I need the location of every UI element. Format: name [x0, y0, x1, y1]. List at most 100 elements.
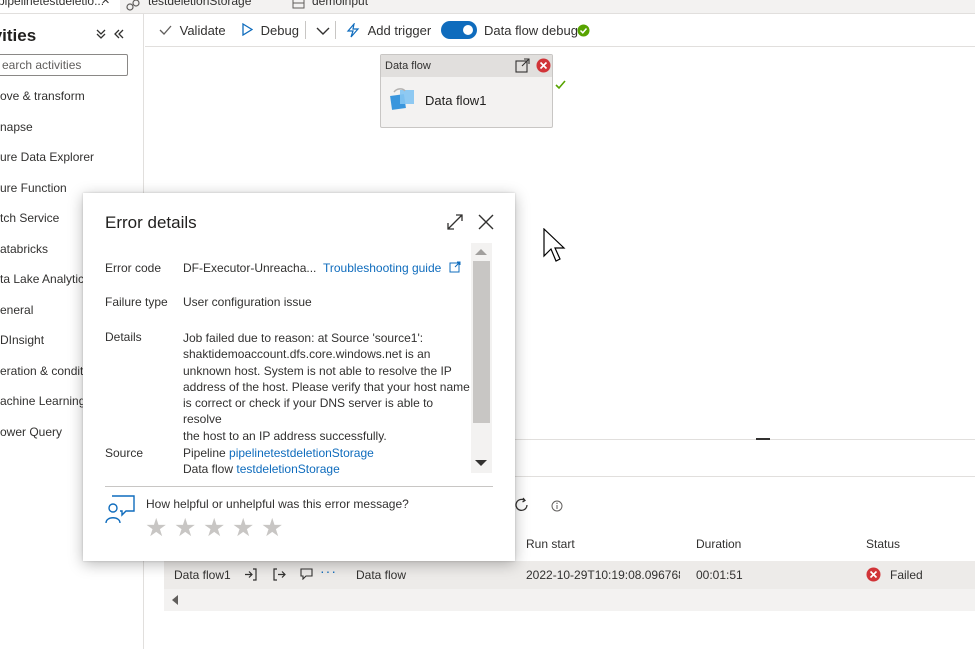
- column-header-run-start[interactable]: Run start: [526, 537, 575, 551]
- expand-icon[interactable]: [447, 214, 463, 230]
- data-flow-debug-toggle[interactable]: [441, 21, 477, 39]
- scrollbar-thumb[interactable]: [473, 261, 490, 423]
- star-1-icon[interactable]: ★: [145, 516, 167, 541]
- pipeline-toolbar: Validate Debug Add trigger Data flow deb…: [145, 14, 975, 47]
- activity-card-header: Data flow: [381, 55, 552, 77]
- row-activity-type: Data flow: [356, 568, 407, 582]
- tab-demoinput[interactable]: demoinput: [290, 0, 410, 13]
- error-details-dialog: Error details Error code DF-Executor-Unr…: [83, 193, 515, 561]
- add-trigger-label: Add trigger: [367, 23, 432, 38]
- input-icon[interactable]: [244, 568, 257, 581]
- source-dataflow: Data flow testdeletionStorage: [183, 462, 340, 476]
- refresh-icon[interactable]: [514, 497, 530, 513]
- details-label: Details: [105, 330, 142, 344]
- lightning-icon: [346, 21, 360, 38]
- category-general[interactable]: eneral: [0, 303, 33, 317]
- activities-title: ivities: [0, 26, 37, 45]
- source-label: Source: [105, 446, 144, 460]
- category-power-query[interactable]: ower Query: [0, 425, 62, 439]
- checkmark-icon: [159, 25, 172, 35]
- output-tabs-divider: [515, 476, 975, 477]
- source-pipeline: Pipeline pipelinetestdeletionStorage: [183, 446, 374, 460]
- feedback-question: How helpful or unhelpful was this error …: [146, 497, 409, 511]
- troubleshooting-guide-label: Troubleshooting guide: [323, 261, 442, 275]
- vertical-scrollbar[interactable]: [471, 243, 492, 473]
- failure-type-label: Failure type: [105, 295, 168, 309]
- column-header-status[interactable]: Status: [866, 537, 900, 551]
- dataflow-tab-icon: [126, 0, 140, 11]
- search-activities-input[interactable]: earch activities: [0, 54, 128, 76]
- info-icon[interactable]: [551, 500, 563, 512]
- column-header-duration[interactable]: Duration: [696, 537, 741, 551]
- open-external-icon[interactable]: [515, 58, 530, 73]
- close-icon[interactable]: [478, 214, 494, 230]
- feedback-icon: [105, 495, 135, 524]
- star-4-icon[interactable]: ★: [232, 516, 254, 541]
- error-code-value: DF-Executor-Unreacha...: [183, 261, 317, 275]
- success-check-icon: [577, 24, 590, 37]
- table-icon: [292, 0, 305, 9]
- tab-testdeletionstorage-label: testdeletionStorage: [148, 0, 252, 8]
- horizontal-scrollbar[interactable]: [164, 589, 975, 611]
- activity-success-check-icon: [555, 80, 566, 90]
- category-hdinsight[interactable]: DInsight: [0, 333, 44, 347]
- row-activity-name: Data flow1: [174, 568, 231, 582]
- dataflow-label: Data flow: [183, 462, 234, 476]
- open-external-icon: [449, 261, 461, 273]
- category-move-transform[interactable]: ove & transform: [0, 89, 85, 103]
- collapse-down-icon[interactable]: [95, 28, 107, 40]
- star-3-icon[interactable]: ★: [203, 516, 225, 541]
- close-icon[interactable]: ✕: [101, 0, 110, 8]
- star-2-icon[interactable]: ★: [174, 516, 196, 541]
- debug-label: Debug: [260, 23, 299, 38]
- debug-button[interactable]: Debug: [241, 22, 299, 38]
- table-row[interactable]: Data flow1 ··· Data flow 2022-10-29T10:1…: [164, 561, 975, 589]
- output-panel-divider: [515, 439, 975, 440]
- data-flow-debug-label: Data flow debug: [484, 23, 578, 38]
- row-run-start: 2022-10-29T10:19:08.096768: [526, 568, 680, 582]
- toolbar-divider: [305, 21, 306, 39]
- row-duration: 00:01:51: [696, 568, 743, 582]
- troubleshooting-guide-link[interactable]: Troubleshooting guide: [323, 261, 461, 275]
- tab-demoinput-label: demoinput: [312, 0, 369, 8]
- category-synapse[interactable]: napse: [0, 120, 33, 134]
- output-icon[interactable]: [273, 568, 286, 581]
- details-text: Job failed due to reason: at Source 'sou…: [183, 331, 470, 443]
- collapse-left-icon[interactable]: [113, 28, 125, 40]
- data-flow-icon: [390, 88, 414, 110]
- scroll-up-icon[interactable]: [475, 248, 487, 256]
- data-flow-activity-card[interactable]: Data flow Data flow1: [380, 54, 553, 128]
- dialog-title: Error details: [105, 213, 197, 232]
- pipeline-link[interactable]: pipelinetestdeletionStorage: [229, 446, 374, 460]
- error-code-label: Error code: [105, 261, 162, 275]
- chevron-down-icon[interactable]: [316, 26, 330, 36]
- tab-pipeline-label: pipelinetestdeletio...: [0, 0, 105, 8]
- resize-handle[interactable]: [756, 438, 770, 440]
- more-options-icon[interactable]: ···: [320, 563, 337, 579]
- category-azure-data-explorer[interactable]: ure Data Explorer: [0, 150, 94, 164]
- play-icon: [242, 22, 254, 37]
- pipeline-label: Pipeline: [183, 446, 226, 460]
- dialog-divider: [105, 486, 493, 487]
- activity-name: Data flow1: [425, 93, 487, 108]
- row-status: Failed: [890, 568, 923, 582]
- category-databricks[interactable]: atabricks: [0, 242, 48, 256]
- category-iteration-conditionals[interactable]: eration & condit: [0, 364, 83, 378]
- category-data-lake-analytics[interactable]: ta Lake Analytic: [0, 272, 84, 286]
- validate-button[interactable]: Validate: [159, 23, 226, 38]
- star-5-icon[interactable]: ★: [261, 516, 283, 541]
- activity-type-label: Data flow: [385, 60, 431, 72]
- tab-testdeletionstorage[interactable]: testdeletionStorage: [124, 0, 284, 13]
- comment-icon[interactable]: [300, 568, 313, 580]
- add-trigger-button[interactable]: Add trigger: [346, 21, 432, 38]
- dataflow-link[interactable]: testdeletionStorage: [236, 462, 339, 476]
- category-machine-learning[interactable]: achine Learning: [0, 394, 85, 408]
- scroll-down-icon[interactable]: [475, 459, 487, 467]
- category-azure-function[interactable]: ure Function: [0, 181, 67, 195]
- delete-error-icon[interactable]: [536, 58, 551, 73]
- tab-pipeline[interactable]: pipelinetestdeletio... ✕: [0, 0, 120, 13]
- mouse-cursor-icon: [543, 228, 566, 262]
- category-batch-service[interactable]: tch Service: [0, 211, 59, 225]
- scroll-left-icon[interactable]: [171, 595, 179, 605]
- validate-label: Validate: [179, 23, 226, 38]
